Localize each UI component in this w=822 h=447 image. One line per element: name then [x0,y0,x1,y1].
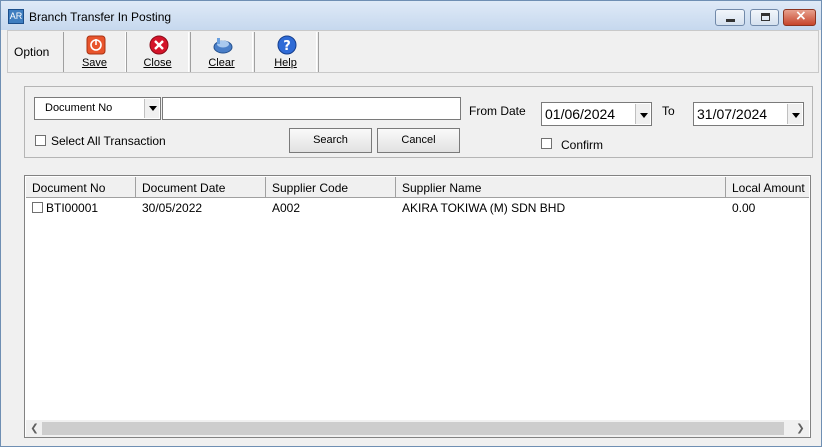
scroll-right-icon[interactable]: ❯ [793,421,808,436]
app-icon: AR [8,9,24,24]
branch-transfer-window: AR Branch Transfer In Posting × Option S… [0,0,822,447]
column-header-supplier-name[interactable]: Supplier Name [396,177,726,197]
from-date-label: From Date [469,104,526,118]
cell-local-amount: 0.00 [732,201,756,215]
minimize-icon [726,19,735,22]
to-date-value: 31/07/2024 [697,106,768,122]
column-header-supplier-code[interactable]: Supplier Code [266,177,396,197]
toolbar-divider [318,32,319,72]
search-panel: Document No Select All Transaction Searc… [24,86,813,158]
confirm-label: Confirm [561,138,604,152]
clear-icon [213,38,233,54]
confirm-checkbox[interactable] [541,138,552,149]
cell-document-date: 30/05/2022 [142,201,203,215]
calendar-dropdown-icon[interactable] [635,104,650,124]
option-label: Option [14,45,50,59]
table-row[interactable]: BTI00001 30/05/2022 A002 AKIRA TOKIWA (M… [26,198,809,216]
scrollbar-thumb[interactable] [42,422,784,435]
cancel-button[interactable]: Cancel [377,128,460,153]
search-button[interactable]: Search [289,128,372,153]
from-date-value: 01/06/2024 [545,106,616,122]
window-close-button[interactable]: × [783,8,816,26]
horizontal-scrollbar[interactable]: ❮ ❯ [26,420,809,437]
to-date-picker[interactable]: 31/07/2024 [693,102,804,126]
column-header-local-amount[interactable]: Local Amount [726,177,809,197]
chevron-down-icon[interactable] [144,99,159,118]
close-x-icon: × [795,8,807,24]
transaction-grid: Document No Document Date Supplier Code … [24,175,811,438]
maximize-icon [761,13,770,21]
search-field-select[interactable]: Document No [34,97,161,120]
save-button[interactable]: Save [63,32,126,72]
help-icon: ? [277,35,297,55]
help-button[interactable]: ? Help [254,32,317,72]
clear-label: Clear [208,57,235,69]
select-all-label: Select All Transaction [51,134,166,148]
cell-supplier-name: AKIRA TOKIWA (M) SDN BHD [402,201,566,215]
toolbar: Option Save Close Clear ? Help [7,30,819,73]
cell-document-no: BTI00001 [46,201,99,215]
save-icon [86,35,106,55]
calendar-dropdown-icon[interactable] [787,104,802,124]
svg-text:?: ? [283,39,291,54]
save-label: Save [81,57,108,69]
grid-header: Document No Document Date Supplier Code … [26,177,809,198]
from-date-picker[interactable]: 01/06/2024 [541,102,652,126]
column-header-document-no[interactable]: Document No [26,177,136,197]
close-label: Close [143,57,172,69]
title-bar[interactable]: AR Branch Transfer In Posting × [1,1,821,30]
close-button[interactable]: Close [126,32,189,72]
search-input[interactable] [162,97,461,120]
help-label: Help [274,57,297,69]
minimize-button[interactable] [715,9,745,26]
close-icon [149,35,169,55]
clear-button[interactable]: Clear [190,32,253,72]
column-header-document-date[interactable]: Document Date [136,177,266,197]
scroll-left-icon[interactable]: ❮ [27,421,42,436]
window-title: Branch Transfer In Posting [29,10,172,24]
select-all-checkbox[interactable] [35,135,46,146]
search-field-value: Document No [45,102,113,114]
maximize-button[interactable] [750,9,779,26]
to-date-label: To [662,104,675,118]
cell-supplier-code: A002 [272,201,301,215]
